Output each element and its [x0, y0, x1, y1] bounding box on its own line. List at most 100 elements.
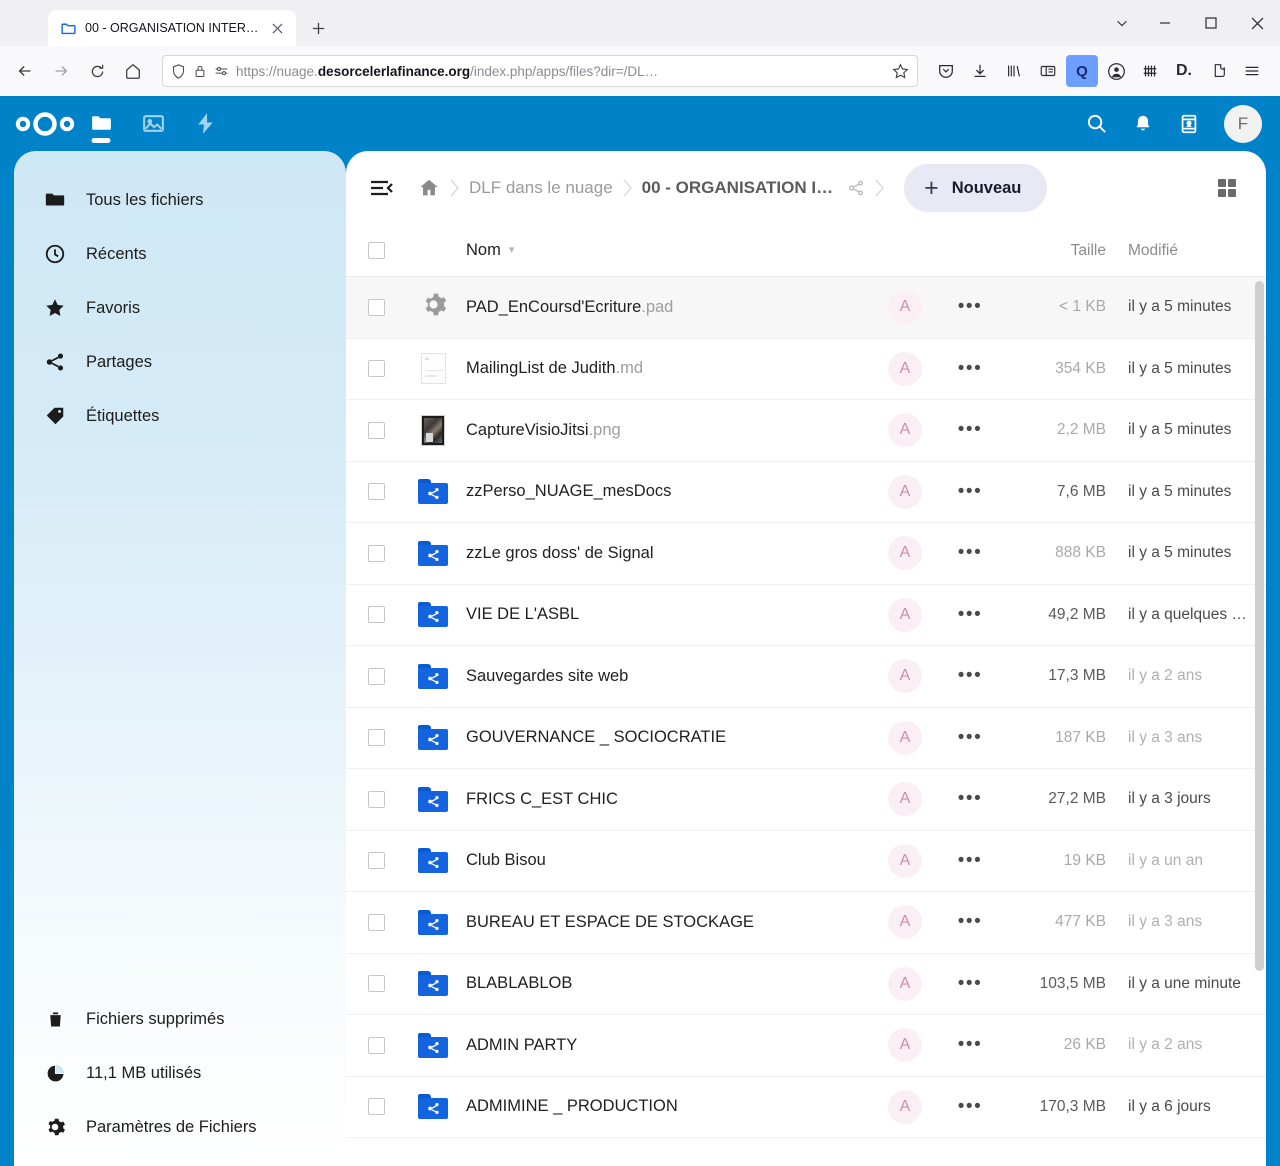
bookmark-star-icon[interactable] [892, 63, 909, 80]
row-actions-menu[interactable]: ••• [938, 911, 1002, 933]
row-actions-menu[interactable]: ••• [938, 665, 1002, 687]
browser-tab[interactable]: 00 - ORGANISATION INTERNE - [48, 10, 296, 46]
row-checkbox[interactable] [346, 975, 406, 992]
row-checkbox[interactable] [346, 299, 406, 316]
shared-by-avatar[interactable]: A [872, 967, 938, 1001]
shared-by-avatar[interactable]: A [872, 844, 938, 878]
row-checkbox[interactable] [346, 422, 406, 439]
table-row[interactable]: zzPerso_NUAGE_mesDocs A ••• 7,6 MB il y … [346, 462, 1266, 524]
grid-icon[interactable] [1134, 55, 1166, 87]
shared-by-avatar[interactable]: A [872, 905, 938, 939]
collapse-sidebar-icon[interactable] [360, 166, 404, 210]
home-icon[interactable] [116, 54, 150, 88]
row-checkbox[interactable] [346, 791, 406, 808]
breadcrumb-item-root[interactable]: DLF dans le nuage [463, 178, 619, 198]
shared-by-avatar[interactable]: A [872, 782, 938, 816]
sidebar-item-tags[interactable]: Étiquettes [14, 389, 346, 443]
file-name[interactable]: CaptureVisioJitsi.png [460, 421, 872, 440]
shared-by-avatar[interactable]: A [872, 475, 938, 509]
table-row[interactable]: MailingList de Judith.md A ••• 354 KB il… [346, 339, 1266, 401]
file-name[interactable]: zzPerso_NUAGE_mesDocs [460, 482, 872, 501]
table-row[interactable]: VIE DE L'ASBL A ••• 49,2 MB il y a quelq… [346, 585, 1266, 647]
row-checkbox[interactable] [346, 1098, 406, 1115]
grid-view-icon[interactable] [1210, 171, 1244, 205]
file-name[interactable]: BUREAU ET ESPACE DE STOCKAGE [460, 913, 872, 932]
table-row[interactable]: Sauvegardes site web A ••• 17,3 MB il y … [346, 646, 1266, 708]
sidebar-item-recent[interactable]: Récents [14, 227, 346, 281]
shared-by-avatar[interactable]: A [872, 1090, 938, 1124]
row-actions-menu[interactable]: ••• [938, 542, 1002, 564]
search-icon[interactable] [1085, 112, 1108, 135]
row-actions-menu[interactable]: ••• [938, 481, 1002, 503]
url-bar[interactable]: https://nuage.desorcelerlafinance.org/in… [162, 55, 918, 87]
select-all-checkbox[interactable] [346, 242, 406, 259]
file-name[interactable]: BLABLABLOB [460, 974, 872, 993]
home-icon[interactable] [412, 177, 446, 199]
row-actions-menu[interactable]: ••• [938, 727, 1002, 749]
row-checkbox[interactable] [346, 668, 406, 685]
row-checkbox[interactable] [346, 606, 406, 623]
row-actions-menu[interactable]: ••• [938, 1096, 1002, 1118]
row-checkbox[interactable] [346, 1037, 406, 1054]
row-actions-menu[interactable]: ••• [938, 850, 1002, 872]
row-actions-menu[interactable]: ••• [938, 604, 1002, 626]
url-text[interactable]: https://nuage.desorcelerlafinance.org/in… [236, 64, 885, 79]
sidebar-item-files-settings[interactable]: Paramètres de Fichiers [14, 1100, 346, 1154]
shared-by-avatar[interactable]: A [872, 1028, 938, 1062]
column-header-size[interactable]: Taille [1002, 242, 1106, 260]
table-row[interactable]: ADMIMINE _ PRODUCTION A ••• 170,3 MB il … [346, 1077, 1266, 1139]
minimize-button[interactable] [1142, 0, 1188, 46]
file-name[interactable]: ADMIN PARTY [460, 1036, 872, 1055]
row-actions-menu[interactable]: ••• [938, 419, 1002, 441]
sidebar-item-shares[interactable]: Partages [14, 335, 346, 389]
file-name[interactable]: Club Bisou [460, 851, 872, 870]
table-row[interactable]: FRICS C_EST CHIC A ••• 27,2 MB il y a 3 … [346, 769, 1266, 831]
vertical-scrollbar[interactable] [1255, 281, 1264, 971]
row-checkbox[interactable] [346, 360, 406, 377]
table-row[interactable]: GOUVERNANCE _ SOCIOCRATIE A ••• 187 KB i… [346, 708, 1266, 770]
row-checkbox[interactable] [346, 914, 406, 931]
file-name[interactable]: MailingList de Judith.md [460, 359, 872, 378]
row-checkbox[interactable] [346, 545, 406, 562]
file-name[interactable]: ADMIMINE _ PRODUCTION [460, 1097, 872, 1116]
breadcrumb-item-current[interactable]: 00 - ORGANISATION I… [636, 178, 839, 198]
new-tab-button[interactable] [302, 12, 334, 44]
back-icon[interactable] [8, 54, 42, 88]
duckduckgo-icon[interactable]: D. [1168, 55, 1200, 87]
close-window-button[interactable] [1234, 0, 1280, 46]
row-actions-menu[interactable]: ••• [938, 296, 1002, 318]
photos-app-button[interactable] [136, 101, 170, 147]
sidebar-item-deleted-files[interactable]: Fichiers supprimés [14, 992, 346, 1046]
file-name[interactable]: GOUVERNANCE _ SOCIOCRATIE [460, 728, 872, 747]
bell-icon[interactable] [1132, 113, 1154, 135]
new-button[interactable]: + Nouveau [904, 164, 1047, 212]
menu-icon[interactable] [1236, 55, 1268, 87]
extension-icon[interactable] [1202, 55, 1234, 87]
shared-by-avatar[interactable]: A [872, 721, 938, 755]
avatar[interactable]: F [1224, 105, 1262, 143]
chevron-down-icon[interactable] [1102, 0, 1142, 46]
shared-by-avatar[interactable]: A [872, 659, 938, 693]
sidebar-item-all-files[interactable]: Tous les fichiers [14, 173, 346, 227]
file-name[interactable]: Sauvegardes site web [460, 667, 872, 686]
shared-by-avatar[interactable]: A [872, 413, 938, 447]
maximize-button[interactable] [1188, 0, 1234, 46]
shared-by-avatar[interactable]: A [872, 290, 938, 324]
library-icon[interactable] [998, 55, 1030, 87]
table-row[interactable]: CaptureVisioJitsi.png A ••• 2,2 MB il y … [346, 400, 1266, 462]
sidebar-item-storage-usage[interactable]: 11,1 MB utilisés [14, 1046, 346, 1100]
file-name[interactable]: VIE DE L'ASBL [460, 605, 872, 624]
row-checkbox[interactable] [346, 852, 406, 869]
nextcloud-logo[interactable] [14, 111, 76, 137]
shared-by-avatar[interactable]: A [872, 598, 938, 632]
download-icon[interactable] [964, 55, 996, 87]
table-row[interactable]: BLABLABLOB A ••• 103,5 MB il y a une min… [346, 954, 1266, 1016]
column-header-name[interactable]: Nom▾ [460, 241, 872, 260]
row-actions-menu[interactable]: ••• [938, 1034, 1002, 1056]
reload-icon[interactable] [80, 54, 114, 88]
table-row[interactable]: zzLe gros doss' de Signal A ••• 888 KB i… [346, 523, 1266, 585]
qwant-icon[interactable]: Q [1066, 55, 1098, 87]
shared-by-avatar[interactable]: A [872, 352, 938, 386]
pocket-icon[interactable] [930, 55, 962, 87]
row-actions-menu[interactable]: ••• [938, 973, 1002, 995]
